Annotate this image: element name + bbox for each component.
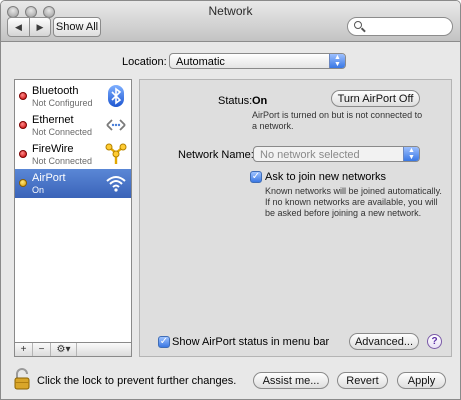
- popup-arrows-icon: ▲ ▼: [403, 147, 419, 161]
- service-name: Bluetooth: [32, 85, 79, 97]
- help-button[interactable]: ?: [427, 334, 442, 349]
- navigation-segmented-control: ◀ ▶: [7, 17, 51, 37]
- service-status: On: [32, 185, 45, 195]
- service-item-firewire[interactable]: FireWire Not Connected: [15, 140, 131, 169]
- remove-service-button[interactable]: −: [33, 343, 51, 356]
- wifi-icon: [106, 176, 126, 192]
- location-value: Automatic: [176, 56, 225, 68]
- search-icon: [354, 21, 362, 29]
- service-name: Ethernet: [32, 114, 74, 126]
- status-description-line1: AirPort is turned on but is not connecte…: [252, 110, 423, 120]
- status-label: Status:: [218, 95, 253, 107]
- status-value: On: [252, 95, 268, 107]
- service-status: Not Configured: [32, 98, 93, 108]
- lock-icon[interactable]: [13, 368, 31, 390]
- assist-me-button[interactable]: Assist me...: [253, 372, 329, 389]
- turn-airport-off-button[interactable]: Turn AirPort Off: [331, 90, 420, 107]
- network-name-popup[interactable]: No network selected ▲ ▼: [253, 146, 420, 162]
- forward-button[interactable]: ▶: [29, 18, 50, 36]
- service-item-ethernet[interactable]: Ethernet Not Connected: [15, 111, 131, 140]
- firewire-icon: [105, 143, 127, 164]
- show-airport-status-checkbox[interactable]: ✓: [158, 336, 170, 348]
- network-name-label: Network Name:: [178, 149, 254, 161]
- service-item-airport[interactable]: AirPort On: [15, 169, 131, 198]
- gear-menu-button[interactable]: ⚙▾: [51, 343, 77, 356]
- service-name: FireWire: [32, 143, 74, 155]
- status-dot-red-icon: [19, 121, 27, 129]
- service-name: AirPort: [32, 172, 66, 184]
- service-list: Bluetooth Not Configured Ethernet Not Co…: [14, 79, 132, 343]
- bluetooth-icon: [108, 85, 124, 107]
- location-label: Location:: [122, 56, 167, 68]
- window-title: Network: [208, 4, 253, 18]
- popup-arrows-icon: ▲ ▼: [329, 54, 345, 68]
- status-description-line2: a network.: [252, 121, 294, 131]
- show-airport-status-label: Show AirPort status in menu bar: [172, 336, 330, 348]
- advanced-button[interactable]: Advanced...: [349, 333, 419, 350]
- add-service-button[interactable]: +: [15, 343, 33, 356]
- status-dot-red-icon: [19, 92, 27, 100]
- revert-button[interactable]: Revert: [337, 372, 388, 389]
- ask-description-line2: If no known networks are available, you …: [265, 197, 438, 207]
- ask-description-line3: be asked before joining a new network.: [265, 208, 422, 218]
- ask-to-join-label: Ask to join new networks: [265, 171, 387, 183]
- status-dot-yellow-icon: [19, 179, 27, 187]
- ethernet-icon: [106, 119, 126, 131]
- search-field[interactable]: [347, 17, 453, 36]
- network-name-value: No network selected: [260, 149, 360, 161]
- title-bar: Network ◀ ▶ Show All: [1, 1, 460, 42]
- service-status: Not Connected: [32, 156, 93, 166]
- service-status: Not Connected: [32, 127, 93, 137]
- back-button[interactable]: ◀: [8, 18, 29, 36]
- lock-instructions: Click the lock to prevent further change…: [37, 375, 237, 387]
- show-all-button[interactable]: Show All: [53, 17, 101, 37]
- status-dot-red-icon: [19, 150, 27, 158]
- service-item-bluetooth[interactable]: Bluetooth Not Configured: [15, 82, 131, 111]
- ask-to-join-checkbox[interactable]: ✓: [250, 171, 262, 183]
- location-popup[interactable]: Automatic ▲ ▼: [169, 53, 346, 69]
- apply-button[interactable]: Apply: [397, 372, 446, 389]
- network-preferences-window: Network ◀ ▶ Show All Location: Automatic…: [0, 0, 461, 400]
- service-list-controls: + − ⚙▾: [14, 343, 132, 357]
- ask-description-line1: Known networks will be joined automatica…: [265, 186, 442, 196]
